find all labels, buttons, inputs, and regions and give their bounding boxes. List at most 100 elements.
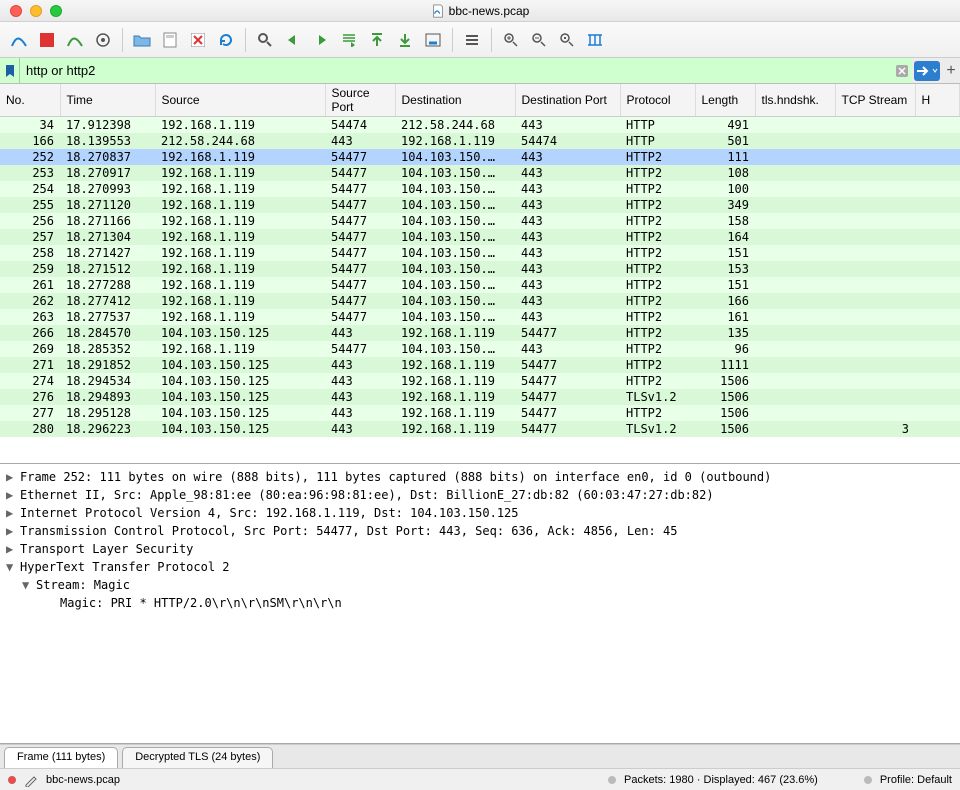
column-header[interactable]: No. — [0, 84, 60, 117]
arrow-right-icon — [916, 66, 930, 76]
go-to-packet-button[interactable] — [336, 27, 362, 53]
save-icon — [163, 32, 177, 48]
column-header[interactable]: Source Port — [325, 84, 395, 117]
packet-cell: 192.168.1.119 — [155, 149, 325, 165]
detail-tree-row[interactable]: ▶Internet Protocol Version 4, Src: 192.1… — [6, 504, 954, 522]
packet-row[interactable]: 25618.271166192.168.1.11954477104.103.15… — [0, 213, 960, 229]
column-header[interactable]: Destination — [395, 84, 515, 117]
packet-cell: 54477 — [325, 165, 395, 181]
disclosure-triangle-icon[interactable]: ▼ — [22, 576, 32, 594]
window-minimize-button[interactable] — [30, 5, 42, 17]
packet-row[interactable]: 26918.285352192.168.1.11954477104.103.15… — [0, 341, 960, 357]
packet-cell: 192.168.1.119 — [395, 133, 515, 149]
packet-cell — [755, 277, 835, 293]
packet-row[interactable]: 26218.277412192.168.1.11954477104.103.15… — [0, 293, 960, 309]
disclosure-triangle-icon[interactable]: ▶ — [6, 540, 16, 558]
detail-tree-row[interactable]: Magic: PRI * HTTP/2.0\r\n\r\nSM\r\n\r\n — [6, 594, 954, 612]
filter-apply-button[interactable] — [914, 61, 940, 81]
disclosure-triangle-icon[interactable]: ▶ — [6, 468, 16, 486]
packet-row[interactable]: 28018.296223104.103.150.125443192.168.1.… — [0, 421, 960, 437]
column-header[interactable]: TCP Stream — [835, 84, 915, 117]
reload-file-button[interactable] — [213, 27, 239, 53]
packet-row[interactable]: 27418.294534104.103.150.125443192.168.1.… — [0, 373, 960, 389]
go-back-button[interactable] — [280, 27, 306, 53]
expert-info-indicator[interactable] — [8, 776, 16, 784]
packet-cell — [755, 309, 835, 325]
column-header[interactable]: Source — [155, 84, 325, 117]
packet-cell: 104.103.150.… — [395, 149, 515, 165]
packet-table-header[interactable]: No.TimeSourceSource PortDestinationDesti… — [0, 84, 960, 117]
zoom-in-button[interactable] — [498, 27, 524, 53]
capture-options-button[interactable] — [90, 27, 116, 53]
bytes-tab[interactable]: Frame (111 bytes) — [4, 747, 118, 768]
status-dot — [864, 776, 872, 784]
packet-row[interactable]: 27618.294893104.103.150.125443192.168.1.… — [0, 389, 960, 405]
packet-cell: HTTP2 — [620, 165, 695, 181]
column-header[interactable]: Destination Port — [515, 84, 620, 117]
packet-row[interactable]: 3417.912398192.168.1.11954474212.58.244.… — [0, 117, 960, 134]
packet-row[interactable]: 27718.295128104.103.150.125443192.168.1.… — [0, 405, 960, 421]
status-profile[interactable]: Profile: Default — [880, 774, 952, 786]
packet-row[interactable]: 25318.270917192.168.1.11954477104.103.15… — [0, 165, 960, 181]
filter-add-button[interactable]: + — [942, 62, 960, 80]
packet-row[interactable]: 27118.291852104.103.150.125443192.168.1.… — [0, 357, 960, 373]
go-first-button[interactable] — [364, 27, 390, 53]
column-header[interactable]: tls.hndshk. — [755, 84, 835, 117]
detail-tree-row[interactable]: ▶Transport Layer Security — [6, 540, 954, 558]
open-file-button[interactable] — [129, 27, 155, 53]
packet-row[interactable]: 25418.270993192.168.1.11954477104.103.15… — [0, 181, 960, 197]
packet-cell: 151 — [695, 277, 755, 293]
edit-icon[interactable] — [24, 773, 38, 787]
detail-tree-row[interactable]: ▶Ethernet II, Src: Apple_98:81:ee (80:ea… — [6, 486, 954, 504]
packet-row[interactable]: 26318.277537192.168.1.11954477104.103.15… — [0, 309, 960, 325]
disclosure-triangle-icon[interactable]: ▶ — [6, 486, 16, 504]
packet-row[interactable]: 26618.284570104.103.150.125443192.168.1.… — [0, 325, 960, 341]
start-capture-button[interactable] — [6, 27, 32, 53]
packet-cell: 1506 — [695, 373, 755, 389]
filter-bookmark-button[interactable] — [0, 58, 20, 83]
display-filter-input[interactable] — [20, 58, 892, 83]
filter-clear-button[interactable] — [892, 58, 912, 83]
window-zoom-button[interactable] — [50, 5, 62, 17]
column-header[interactable]: Length — [695, 84, 755, 117]
detail-tree-row[interactable]: ▶Frame 252: 111 bytes on wire (888 bits)… — [6, 468, 954, 486]
auto-scroll-button[interactable] — [420, 27, 446, 53]
disclosure-triangle-icon[interactable]: ▶ — [6, 522, 16, 540]
detail-tree-row[interactable]: ▶Transmission Control Protocol, Src Port… — [6, 522, 954, 540]
bytes-tab[interactable]: Decrypted TLS (24 bytes) — [122, 747, 273, 768]
packet-row[interactable]: 25518.271120192.168.1.11954477104.103.15… — [0, 197, 960, 213]
column-header[interactable]: Time — [60, 84, 155, 117]
packet-row[interactable]: 25918.271512192.168.1.11954477104.103.15… — [0, 261, 960, 277]
column-header[interactable]: Protocol — [620, 84, 695, 117]
packet-row[interactable]: 25818.271427192.168.1.11954477104.103.15… — [0, 245, 960, 261]
packet-cell — [835, 405, 915, 421]
packet-row[interactable]: 25718.271304192.168.1.11954477104.103.15… — [0, 229, 960, 245]
column-header[interactable]: H — [915, 84, 960, 117]
colorize-button[interactable] — [459, 27, 485, 53]
stop-capture-button[interactable] — [34, 27, 60, 53]
packet-details-pane[interactable]: ▶Frame 252: 111 bytes on wire (888 bits)… — [0, 464, 960, 744]
go-last-button[interactable] — [392, 27, 418, 53]
packet-row[interactable]: 26118.277288192.168.1.11954477104.103.15… — [0, 277, 960, 293]
close-icon — [191, 33, 205, 47]
packet-cell: HTTP2 — [620, 357, 695, 373]
detail-tree-row[interactable]: ▼HyperText Transfer Protocol 2 — [6, 558, 954, 576]
find-packet-button[interactable] — [252, 27, 278, 53]
save-file-button[interactable] — [157, 27, 183, 53]
zoom-out-button[interactable] — [526, 27, 552, 53]
packet-row[interactable]: 16618.139553212.58.244.68443192.168.1.11… — [0, 133, 960, 149]
packet-cell — [755, 245, 835, 261]
detail-tree-row[interactable]: ▼Stream: Magic — [6, 576, 954, 594]
window-close-button[interactable] — [10, 5, 22, 17]
resize-columns-button[interactable] — [582, 27, 608, 53]
close-file-button[interactable] — [185, 27, 211, 53]
disclosure-triangle-icon[interactable]: ▼ — [6, 558, 16, 576]
packet-row[interactable]: 25218.270837192.168.1.11954477104.103.15… — [0, 149, 960, 165]
packet-cell: 257 — [0, 229, 60, 245]
packet-list-pane[interactable]: No.TimeSourceSource PortDestinationDesti… — [0, 84, 960, 464]
restart-capture-button[interactable] — [62, 27, 88, 53]
packet-cell: 263 — [0, 309, 60, 325]
disclosure-triangle-icon[interactable]: ▶ — [6, 504, 16, 522]
zoom-reset-button[interactable] — [554, 27, 580, 53]
go-forward-button[interactable] — [308, 27, 334, 53]
